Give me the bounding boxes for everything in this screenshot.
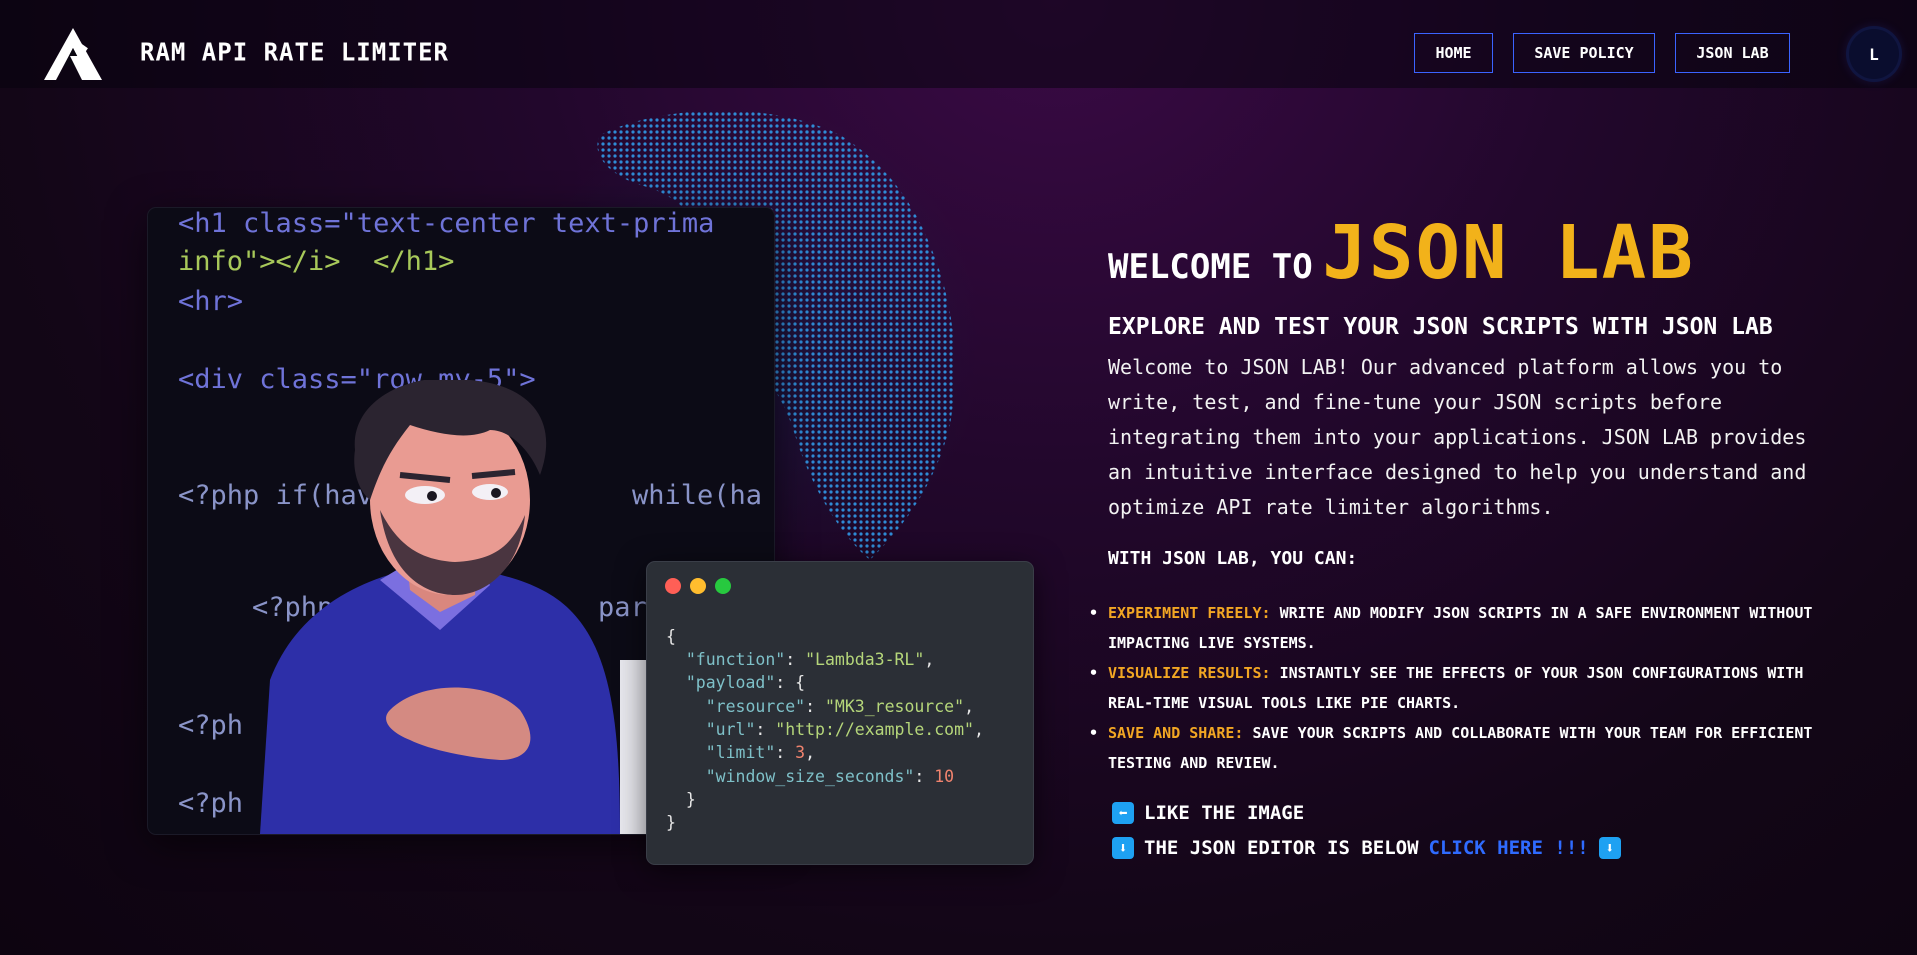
welcome-accent: JSON LAB: [1322, 210, 1695, 296]
json-editor-text: THE JSON EDITOR IS BELOW: [1144, 837, 1419, 859]
json-line: }: [666, 813, 676, 832]
json-line: "payload": {: [685, 673, 806, 692]
brand-title[interactable]: RAM API RATE LIMITER: [140, 37, 449, 66]
list-item: VISUALIZE RESULTS: INSTANTLY SEE THE EFF…: [1089, 658, 1828, 718]
left-arrow-icon: ⬅: [1112, 802, 1134, 824]
json-line: {: [666, 627, 676, 646]
nav-home-button[interactable]: HOME: [1414, 33, 1493, 73]
capabilities-heading: WITH JSON LAB, YOU CAN:: [1108, 548, 1358, 569]
json-line: }: [666, 790, 696, 809]
list-item: SAVE AND SHARE: SAVE YOUR SCRIPTS AND CO…: [1089, 718, 1828, 778]
json-resource-value: MK3_resource: [834, 697, 955, 716]
welcome-prefix: WELCOME TO: [1108, 247, 1313, 287]
code-line: <?ph: [178, 788, 244, 819]
json-window-size-value: 10: [934, 767, 955, 786]
json-editor-cta: ⬇ THE JSON EDITOR IS BELOW CLICK HERE !!…: [1112, 837, 1621, 859]
json-line: "url": "http://example.com",: [705, 720, 984, 739]
code-line: <hr>: [178, 286, 244, 317]
user-avatar[interactable]: L: [1849, 29, 1899, 79]
maximize-dot-icon: [715, 578, 731, 594]
nav-save-policy-button[interactable]: SAVE POLICY: [1513, 33, 1655, 73]
minimize-dot-icon: [690, 578, 706, 594]
nav-json-lab-button[interactable]: JSON LAB: [1675, 33, 1790, 73]
down-arrow-icon: ⬇: [1112, 837, 1134, 859]
code-line: <h1 class="text-center text-prima: [178, 208, 715, 239]
page-title: WELCOME TO JSON LAB: [1108, 210, 1695, 296]
capabilities-list: EXPERIMENT FREELY: WRITE AND MODIFY JSON…: [1089, 598, 1828, 778]
intro-paragraph: Welcome to JSON LAB! Our advanced platfo…: [1108, 355, 1807, 519]
like-image-text: LIKE THE IMAGE: [1144, 802, 1305, 824]
code-line: info"></i> </h1>: [178, 246, 455, 277]
list-item: EXPERIMENT FREELY: WRITE AND MODIFY JSON…: [1089, 598, 1828, 658]
page-subtitle: EXPLORE AND TEST YOUR JSON SCRIPTS WITH …: [1108, 314, 1773, 340]
json-line: "function": "Lambda3-RL",: [685, 650, 935, 669]
developer-illustration: [260, 380, 710, 834]
json-line: "window_size_seconds": 10: [705, 767, 955, 786]
json-line: "resource": "MK3_resource",: [705, 697, 974, 716]
feature-label: VISUALIZE RESULTS:: [1108, 664, 1271, 682]
json-code-window: { "function": "Lambda3-RL", "payload": {…: [647, 562, 1033, 864]
json-function-value: Lambda3-RL: [815, 650, 915, 669]
feature-label: EXPERIMENT FREELY:: [1108, 604, 1271, 622]
down-arrow-icon: ⬇: [1598, 837, 1621, 859]
navbar: RAM API RATE LIMITER HOME SAVE POLICY JS…: [0, 0, 1917, 88]
json-limit-value: 3: [795, 743, 806, 762]
feature-label: SAVE AND SHARE:: [1108, 724, 1244, 742]
like-image-cta: ⬅ LIKE THE IMAGE: [1112, 802, 1304, 824]
code-line: <?ph: [178, 710, 244, 741]
json-line: "limit": 3,: [705, 743, 816, 762]
close-dot-icon: [665, 578, 681, 594]
brand-logo-icon[interactable]: [42, 26, 104, 82]
json-url-value: http://example.com: [785, 720, 965, 739]
click-here-link[interactable]: CLICK HERE !!!: [1429, 837, 1589, 859]
